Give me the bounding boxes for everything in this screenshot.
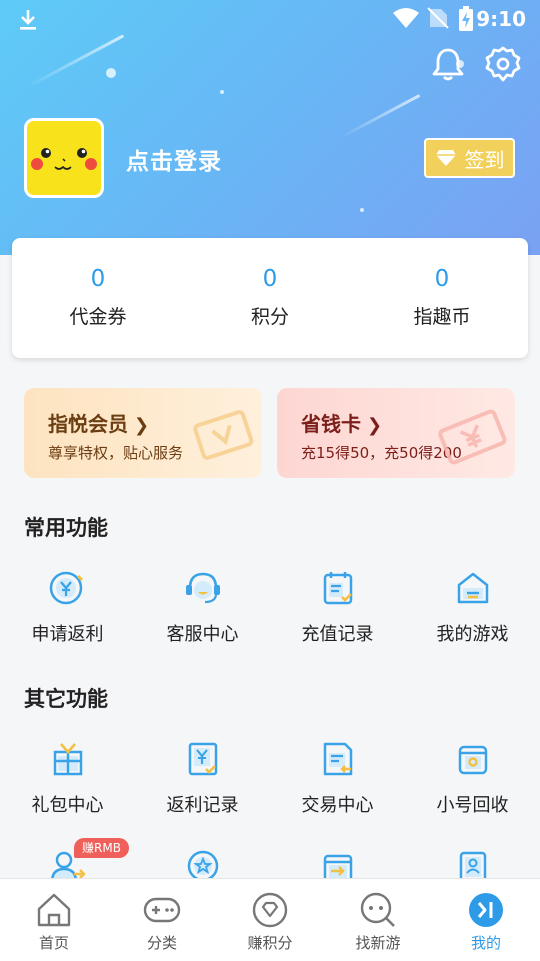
grid-label: 交易中心	[301, 795, 374, 816]
promo-title: 指悦会员 ❯	[48, 408, 149, 437]
grid-label: 小号回收	[436, 795, 509, 816]
settings-gear-icon[interactable]	[484, 45, 522, 83]
earn-rmb-badge: 赚RMB	[74, 838, 129, 858]
decor-streak	[339, 94, 421, 139]
gift-center-item[interactable]: 礼包中心	[0, 739, 135, 817]
nav-label: 首页	[38, 934, 69, 952]
my-games-item[interactable]: 我的游戏	[405, 568, 540, 646]
wifi-icon	[393, 8, 419, 28]
nav-home[interactable]: 首页	[0, 879, 108, 961]
stat-value: 0	[90, 266, 106, 292]
coupon-icon	[438, 409, 507, 465]
savings-card[interactable]: 省钱卡 ❯ 充15得50，充50得200	[277, 388, 515, 478]
me-icon	[469, 893, 503, 927]
nav-label: 找新游	[355, 934, 401, 952]
stat-vouchers[interactable]: 0 代金券	[12, 238, 184, 358]
rebate-apply-icon	[49, 571, 83, 605]
stat-coins[interactable]: 0 指趣币	[356, 238, 528, 358]
decor-dot	[106, 68, 116, 78]
account-recycle-icon	[458, 745, 487, 775]
bottom-navigation: 首页 分类 赚积分 找新游 我的	[0, 878, 540, 961]
chevron-right-icon: ❯	[367, 415, 383, 436]
grid-label: 充值记录	[301, 624, 374, 645]
stat-points[interactable]: 0 积分	[184, 238, 356, 358]
home-icon	[37, 893, 71, 927]
promo-title-text: 省钱卡	[301, 412, 361, 436]
trade-icon	[323, 742, 352, 776]
promo-title: 省钱卡 ❯	[301, 408, 382, 437]
stats-card: 0 代金券 0 积分 0 指趣币	[12, 238, 528, 358]
common-functions-title: 常用功能	[24, 516, 108, 540]
decor-dot	[220, 90, 224, 94]
star-badge-icon	[187, 850, 218, 878]
transfer-item[interactable]	[270, 848, 405, 878]
vip-membership-card[interactable]: 指悦会员 ❯ 尊享特权，贴心服务	[24, 388, 262, 478]
vip-ticket-icon	[193, 410, 254, 460]
grid-label: 申请返利	[31, 624, 104, 645]
check-in-label: 签到	[464, 147, 505, 172]
promo-title-text: 指悦会员	[48, 412, 128, 436]
rebate-record-icon	[188, 742, 217, 776]
avatar[interactable]	[24, 118, 104, 198]
nav-label: 我的	[470, 934, 501, 952]
nav-me[interactable]: 我的	[432, 879, 540, 961]
decor-dot	[360, 208, 364, 212]
battery-icon	[459, 6, 473, 31]
favorites-item[interactable]	[135, 848, 270, 878]
download-icon	[20, 10, 36, 30]
customer-service-icon	[185, 572, 220, 604]
status-bar: 9:10	[0, 0, 540, 38]
diamond-icon	[435, 150, 456, 166]
nav-find-games[interactable]: 找新游	[324, 879, 432, 961]
decor-streak	[25, 34, 125, 89]
stat-value: 0	[262, 266, 278, 292]
other-functions-title: 其它功能	[24, 687, 108, 711]
recharge-record-icon	[323, 572, 352, 605]
gift-icon	[53, 743, 82, 776]
grid-label: 返利记录	[166, 795, 239, 816]
no-sim-icon	[427, 7, 449, 29]
apply-rebate-item[interactable]: 申请返利	[0, 568, 135, 646]
find-game-icon	[360, 892, 395, 927]
nav-label: 分类	[146, 934, 177, 952]
trade-center-item[interactable]: 交易中心	[270, 739, 405, 817]
check-in-button[interactable]: 签到	[424, 138, 515, 178]
transfer-box-icon	[323, 854, 352, 878]
nav-label: 赚积分	[247, 934, 293, 952]
grid-label: 礼包中心	[31, 795, 104, 816]
stat-label: 指趣币	[413, 306, 471, 328]
pikachu-avatar-icon	[31, 148, 97, 170]
stat-value: 0	[434, 266, 450, 292]
verification-item[interactable]	[405, 848, 540, 878]
stat-label: 代金券	[69, 306, 127, 328]
stat-label: 积分	[250, 306, 289, 328]
bell-icon[interactable]	[430, 46, 466, 82]
rebate-record-item[interactable]: 返利记录	[135, 739, 270, 817]
points-icon	[252, 892, 288, 928]
recharge-record-item[interactable]: 充值记录	[270, 568, 405, 646]
chevron-right-icon: ❯	[134, 415, 150, 436]
nav-category[interactable]: 分类	[108, 879, 216, 961]
status-time: 9:10	[476, 7, 526, 31]
gamepad-icon	[143, 897, 181, 923]
promo-subtitle: 尊享特权，贴心服务	[48, 444, 184, 462]
account-recycle-item[interactable]: 小号回收	[405, 739, 540, 817]
grid-label: 客服中心	[166, 624, 239, 645]
customer-service-item[interactable]: 客服中心	[135, 568, 270, 646]
id-card-icon	[459, 851, 486, 878]
login-prompt[interactable]: 点击登录	[126, 142, 222, 176]
grid-label: 我的游戏	[436, 624, 509, 645]
nav-earn-points[interactable]: 赚积分	[216, 879, 324, 961]
my-games-icon	[457, 572, 488, 604]
